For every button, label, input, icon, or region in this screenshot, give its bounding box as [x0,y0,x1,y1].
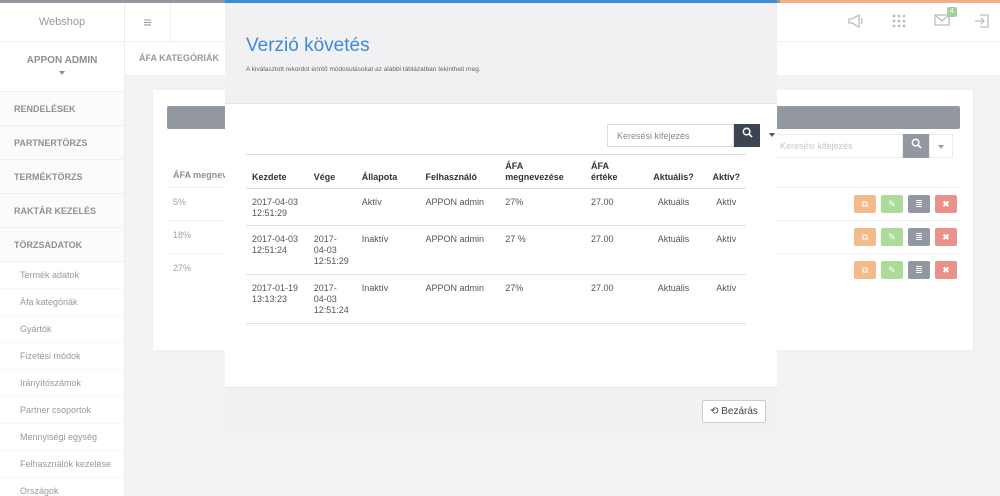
state-cell: Aktív [355,188,420,226]
start-cell: 2017-04-03 12:51:29 [246,188,308,226]
end-cell [307,188,356,226]
search-button[interactable] [734,124,760,147]
active-cell: Aktív [706,225,746,275]
state-cell: Inaktív [355,225,420,275]
vat-name-cell: 27 % [499,225,585,275]
current-cell: Aktuális [640,225,707,275]
column-header-current[interactable]: Aktuális? [640,154,707,189]
user-cell: APPON admin [419,274,500,324]
table-header-row: Kezdete Vége Állapota Felhasználó ÁFA me… [246,154,746,189]
end-cell: 2017-04-03 12:51:24 [307,274,356,324]
active-cell: Aktív [706,274,746,324]
close-button-label: Bezárás [721,406,758,417]
chevron-down-icon[interactable] [769,133,775,137]
active-cell: Aktív [706,188,746,226]
column-header-active[interactable]: Aktív? [706,154,746,189]
current-cell: Aktuális [640,188,707,226]
column-header-vat-name[interactable]: ÁFA megnevezése [499,154,585,189]
end-cell: 2017-04-03 12:51:29 [307,225,356,275]
column-header-vat-value[interactable]: ÁFA értéke [584,154,641,189]
vat-value-cell: 27.00 [584,225,641,275]
start-cell: 2017-01-19 13:13:23 [246,274,308,324]
version-table: Kezdete Vége Állapota Felhasználó ÁFA me… [246,154,746,324]
column-header-user[interactable]: Felhasználó [419,154,500,189]
close-button[interactable]: ⟲ Bezárás [702,400,766,423]
table-row: 2017-04-03 12:51:29 Aktív APPON admin 27… [246,188,746,226]
undo-icon: ⟲ [710,406,719,417]
modal-title: Verzió követés [246,35,370,56]
vat-value-cell: 27.00 [584,188,641,226]
user-cell: APPON admin [419,188,500,226]
vat-name-cell: 27% [499,188,585,226]
modal-body: Keresési kifejezés Kezdete Vége Állapota… [225,103,777,388]
vat-value-cell: 27.00 [584,274,641,324]
user-cell: APPON admin [419,225,500,275]
version-tracking-modal: Verzió követés A kiválasztott rekordot é… [225,0,777,432]
column-header-end[interactable]: Vége [307,154,356,189]
current-cell: Aktuális [640,274,707,324]
modal-subtitle: A kiválasztott rekordot érintő módosulás… [246,66,481,73]
start-cell: 2017-04-03 12:51:24 [246,225,308,275]
column-header-start[interactable]: Kezdete [246,154,308,189]
table-row: 2017-01-19 13:13:23 2017-04-03 12:51:24 … [246,274,746,324]
state-cell: Inaktív [355,274,420,324]
vat-name-cell: 27% [499,274,585,324]
table-row: 2017-04-03 12:51:24 2017-04-03 12:51:29 … [246,225,746,275]
search-input[interactable]: Keresési kifejezés [607,124,734,147]
column-header-state[interactable]: Állapota [355,154,420,189]
